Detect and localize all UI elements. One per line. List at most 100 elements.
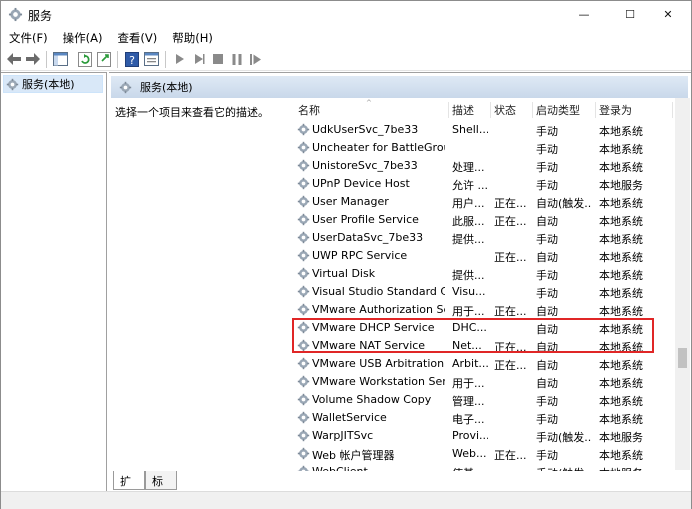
column-separator[interactable] [672, 102, 673, 118]
table-row[interactable]: VMware Authorization Ser... 用于... 正在... 自动 本… [294, 301, 677, 319]
table-row[interactable]: Virtual Disk 提供... 手动 本地系统 [294, 265, 677, 283]
properties-icon[interactable] [143, 51, 159, 67]
service-name: VMware USB Arbitration S... [312, 357, 445, 370]
service-startup-type: 自动 [536, 251, 558, 264]
description-prompt: 选择一个项目来查看它的描述。 [115, 106, 269, 119]
minimize-button[interactable]: — [561, 1, 607, 28]
menu-help[interactable]: 帮助(H) [164, 28, 220, 47]
service-description: DHC... [452, 321, 487, 334]
table-row[interactable]: UPnP Device Host 允许 ... 手动 本地服务 [294, 175, 677, 193]
table-row[interactable]: Volume Shadow Copy 管理... 手动 本地系统 [294, 391, 677, 409]
restart-service-icon[interactable] [248, 51, 264, 67]
service-startup-type: 手动 [536, 233, 558, 246]
service-gear-icon [297, 195, 310, 208]
column-separator[interactable] [595, 102, 596, 118]
menu-file[interactable]: 文件(F) [1, 28, 55, 47]
service-status: 正在... [494, 215, 526, 228]
service-log-on-as: 本地系统 [599, 269, 643, 282]
stop-service-icon[interactable] [210, 51, 226, 67]
service-name: User Profile Service [312, 213, 419, 226]
console-tree: 服务(本地) [1, 72, 107, 509]
table-row[interactable]: UdkUserSvc_7be33 Shell... 手动 本地系统 [294, 121, 677, 139]
service-log-on-as: 本地系统 [599, 323, 643, 336]
table-row[interactable]: VMware Workstation Server 用于... 自动 本地系统 [294, 373, 677, 391]
table-row[interactable]: VMware DHCP Service DHC... 自动 本地系统 [294, 319, 677, 337]
service-log-on-as: 本地系统 [599, 377, 643, 390]
service-gear-icon [297, 231, 310, 244]
table-row[interactable]: WebClient使基...手动(触发...本地服务 [294, 463, 677, 471]
refresh-icon[interactable] [77, 51, 93, 67]
service-description: 用于... [452, 305, 485, 318]
column-separator[interactable] [532, 102, 533, 118]
table-row[interactable]: UserDataSvc_7be33 提供... 手动 本地系统 [294, 229, 677, 247]
scrollbar-thumb[interactable] [678, 348, 687, 368]
service-description: Arbit... [452, 357, 488, 370]
service-status: 正在... [494, 449, 526, 462]
start-service-icon[interactable] [172, 51, 188, 67]
services-gear-icon [119, 81, 132, 93]
export-icon[interactable] [96, 51, 112, 67]
table-row[interactable]: VMware USB Arbitration S... Arbit... 正在...… [294, 355, 677, 373]
table-row[interactable]: UnistoreSvc_7be33 处理... 手动 本地系统 [294, 157, 677, 175]
table-row[interactable]: VMware NAT Service Net... 正在... 自动 本地系统 [294, 337, 677, 355]
services-window: 服务 — ☐ ✕ 文件(F) 操作(A) 查看(V) 帮助(H) ? 服务(本地… [0, 0, 692, 509]
back-icon[interactable] [6, 51, 22, 67]
table-row[interactable]: Uncheater for BattleGroun... 手动 本地系统 [294, 139, 677, 157]
show-hide-tree-icon[interactable] [52, 51, 68, 67]
start-service-alt-icon[interactable] [191, 51, 207, 67]
service-description: 管理... [452, 395, 485, 408]
service-log-on-as: 本地服务 [599, 179, 643, 192]
help-icon[interactable]: ? [124, 51, 140, 67]
vertical-scrollbar[interactable] [675, 98, 690, 470]
close-button[interactable]: ✕ [645, 1, 691, 28]
table-row[interactable]: WalletService 电子... 手动 本地系统 [294, 409, 677, 427]
service-log-on-as: 本地系统 [599, 287, 643, 300]
column-header-startup-type[interactable]: 启动类型 [536, 99, 594, 121]
table-row[interactable]: Web 帐户管理器 Web... 正在... 手动 本地系统 [294, 445, 677, 463]
service-startup-type: 自动 [536, 377, 558, 390]
svg-text:?: ? [129, 54, 135, 67]
service-gear-icon [297, 339, 310, 352]
column-separator[interactable] [448, 102, 449, 118]
service-startup-type: 手动 [536, 449, 558, 462]
service-log-on-as: 本地系统 [599, 125, 643, 138]
service-description: 电子... [452, 413, 485, 426]
service-description: 用于... [452, 377, 485, 390]
tab-standard[interactable]: 标准 [145, 471, 177, 504]
service-description: Visu... [452, 285, 486, 298]
table-row[interactable]: User Manager 用户... 正在... 自动(触发... 本地系统 [294, 193, 677, 211]
service-startup-type: 手动(触发... [536, 431, 592, 444]
column-separator[interactable] [490, 102, 491, 118]
menu-view[interactable]: 查看(V) [109, 28, 164, 47]
table-row[interactable]: WarpJITSvc Provi... 手动(触发... 本地服务 [294, 427, 677, 445]
service-log-on-as: 本地系统 [599, 233, 643, 246]
service-status: 正在... [494, 251, 526, 264]
forward-icon[interactable] [25, 51, 41, 67]
toolbar-separator [165, 51, 166, 68]
service-name: WalletService [312, 411, 387, 424]
column-header-status[interactable]: 状态 [494, 99, 530, 121]
column-header-log-on-as[interactable]: 登录为 [599, 99, 669, 121]
title-bar: 服务 — ☐ ✕ [1, 1, 691, 28]
service-startup-type: 自动 [536, 215, 558, 228]
column-header-description[interactable]: 描述 [452, 99, 488, 121]
menu-action[interactable]: 操作(A) [55, 28, 110, 47]
table-row[interactable]: UWP RPC Service 正在... 自动 本地系统 [294, 247, 677, 265]
service-gear-icon [297, 159, 310, 172]
table-row[interactable]: User Profile Service 此服... 正在... 自动 本地系统 [294, 211, 677, 229]
tab-extended[interactable]: 扩展 [113, 471, 145, 504]
service-gear-icon [297, 303, 310, 316]
service-description: 提供... [452, 233, 485, 246]
service-name: WarpJITSvc [312, 429, 374, 442]
table-row[interactable]: Visual Studio Standard Coll... Visu... 手动 本… [294, 283, 677, 301]
service-startup-type: 自动 [536, 305, 558, 318]
service-log-on-as: 本地系统 [599, 215, 643, 228]
service-log-on-as: 本地系统 [599, 197, 643, 210]
service-startup-type: 自动(触发... [536, 197, 592, 210]
service-name: VMware Workstation Server [312, 375, 445, 388]
column-header-name[interactable]: 名称 [298, 99, 448, 121]
service-status: 正在... [494, 359, 526, 372]
service-startup-type: 手动 [536, 287, 558, 300]
tree-item-services-local[interactable]: 服务(本地) [3, 75, 103, 93]
pause-service-icon[interactable] [229, 51, 245, 67]
